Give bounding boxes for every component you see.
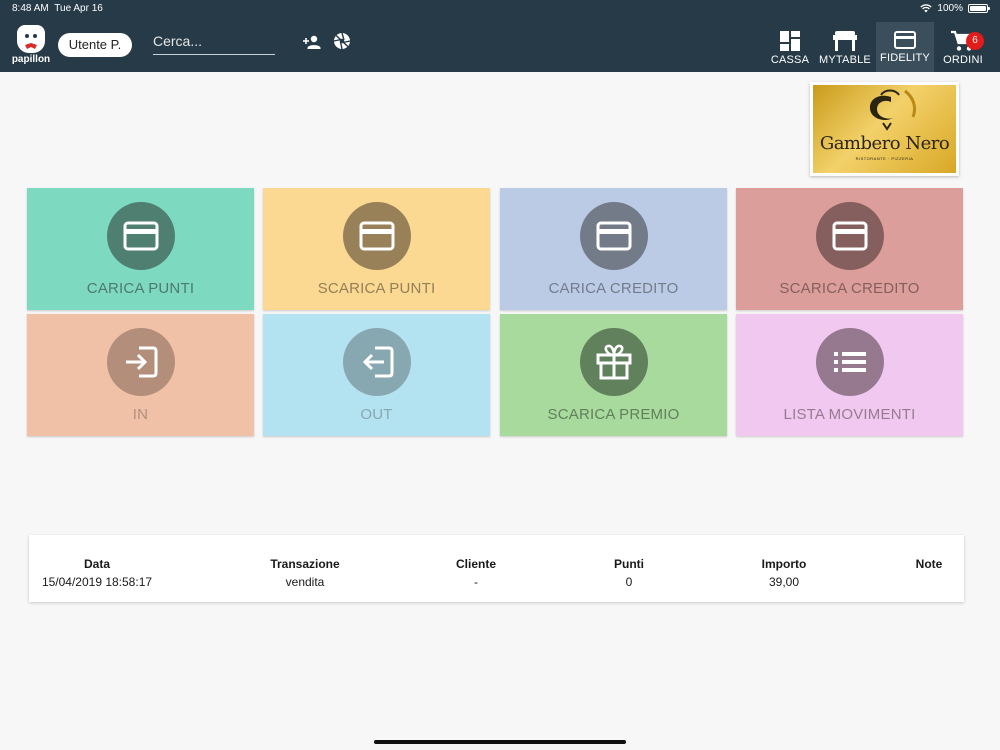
card-icon [107, 202, 175, 270]
tile-label: CARICA CREDITO [548, 280, 679, 297]
column-header: Cliente [455, 557, 496, 571]
tile-in[interactable]: IN [27, 314, 254, 436]
transactions-table: Data Transazione Cliente Punti Importo N… [29, 535, 964, 602]
card-icon [894, 31, 916, 49]
battery-percent: 100% [937, 3, 963, 14]
logo-mascot-icon [17, 25, 45, 53]
search-input[interactable] [153, 30, 275, 52]
column-header: Data [83, 557, 110, 571]
column-header: Importo [761, 557, 807, 571]
column-header: Note [915, 557, 943, 571]
brand-subtitle: RISTORANTE · PIZZERIA [855, 156, 914, 161]
nav-label: CASSA [770, 54, 810, 66]
nav-label: ORDINI [943, 54, 983, 66]
nav-cassa[interactable]: CASSA [763, 22, 817, 72]
aperture-icon[interactable] [333, 32, 353, 52]
card-icon [816, 202, 884, 270]
orders-count-badge: 6 [966, 32, 984, 50]
nav-mytable[interactable]: MYTABLE [817, 22, 873, 72]
list-icon [816, 328, 884, 396]
wifi-icon [920, 4, 933, 13]
status-bar: 8:48 AM Tue Apr 16 100% [0, 0, 1000, 18]
battery-icon [968, 4, 990, 13]
cell-importo: 39,00 [768, 575, 800, 589]
tile-label: CARICA PUNTI [86, 280, 195, 297]
nav-label: MYTABLE [819, 54, 871, 66]
logo-text: papillon [11, 54, 51, 65]
cell-punti: 0 [625, 575, 633, 589]
tile-label: SCARICA PUNTI [317, 280, 436, 297]
search-field[interactable] [153, 30, 275, 55]
tile-label: SCARICA CREDITO [779, 280, 920, 297]
cell-cliente: - [474, 575, 478, 589]
logout-icon [343, 328, 411, 396]
status-right: 100% [920, 3, 990, 14]
brand-logo: Gambero Nero RISTORANTE · PIZZERIA [813, 85, 956, 173]
add-person-icon[interactable] [302, 32, 322, 52]
tile-scarica-punti[interactable]: SCARICA PUNTI [263, 188, 490, 310]
app-header: 8:48 AM Tue Apr 16 100% papillon Utente … [0, 0, 1000, 72]
tile-label: LISTA MOVIMENTI [783, 406, 916, 423]
table-icon [833, 31, 857, 51]
tile-out[interactable]: OUT [263, 314, 490, 436]
column-header: Punti [614, 557, 644, 571]
tile-scarica-credito[interactable]: SCARICA CREDITO [736, 188, 963, 310]
login-icon [107, 328, 175, 396]
brand-logo-card: Gambero Nero RISTORANTE · PIZZERIA [810, 82, 959, 176]
user-button[interactable]: Utente P. [58, 33, 132, 57]
nav-fidelity[interactable]: FIDELITY [876, 22, 934, 72]
tile-carica-punti[interactable]: CARICA PUNTI [27, 188, 254, 310]
tile-carica-credito[interactable]: CARICA CREDITO [500, 188, 727, 310]
card-icon [343, 202, 411, 270]
nav-label: FIDELITY [880, 52, 930, 64]
tile-scarica-premio[interactable]: SCARICA PREMIO [500, 314, 727, 436]
home-indicator[interactable] [374, 740, 626, 744]
brand-name: Gambero Nero [819, 133, 950, 154]
status-time: 8:48 AM Tue Apr 16 [12, 3, 103, 14]
tile-lista-movimenti[interactable]: LISTA MOVIMENTI [736, 314, 963, 436]
cell-transazione: vendita [285, 575, 325, 589]
dashboard-icon [780, 31, 800, 51]
papillon-logo[interactable]: papillon [10, 25, 52, 67]
gift-icon [580, 328, 648, 396]
tile-label: OUT [360, 406, 393, 423]
column-header: Transazione [270, 557, 340, 571]
card-icon [580, 202, 648, 270]
tile-label: SCARICA PREMIO [547, 406, 680, 423]
tile-label: IN [132, 406, 149, 423]
cell-data: 15/04/2019 18:58:17 [41, 575, 153, 589]
